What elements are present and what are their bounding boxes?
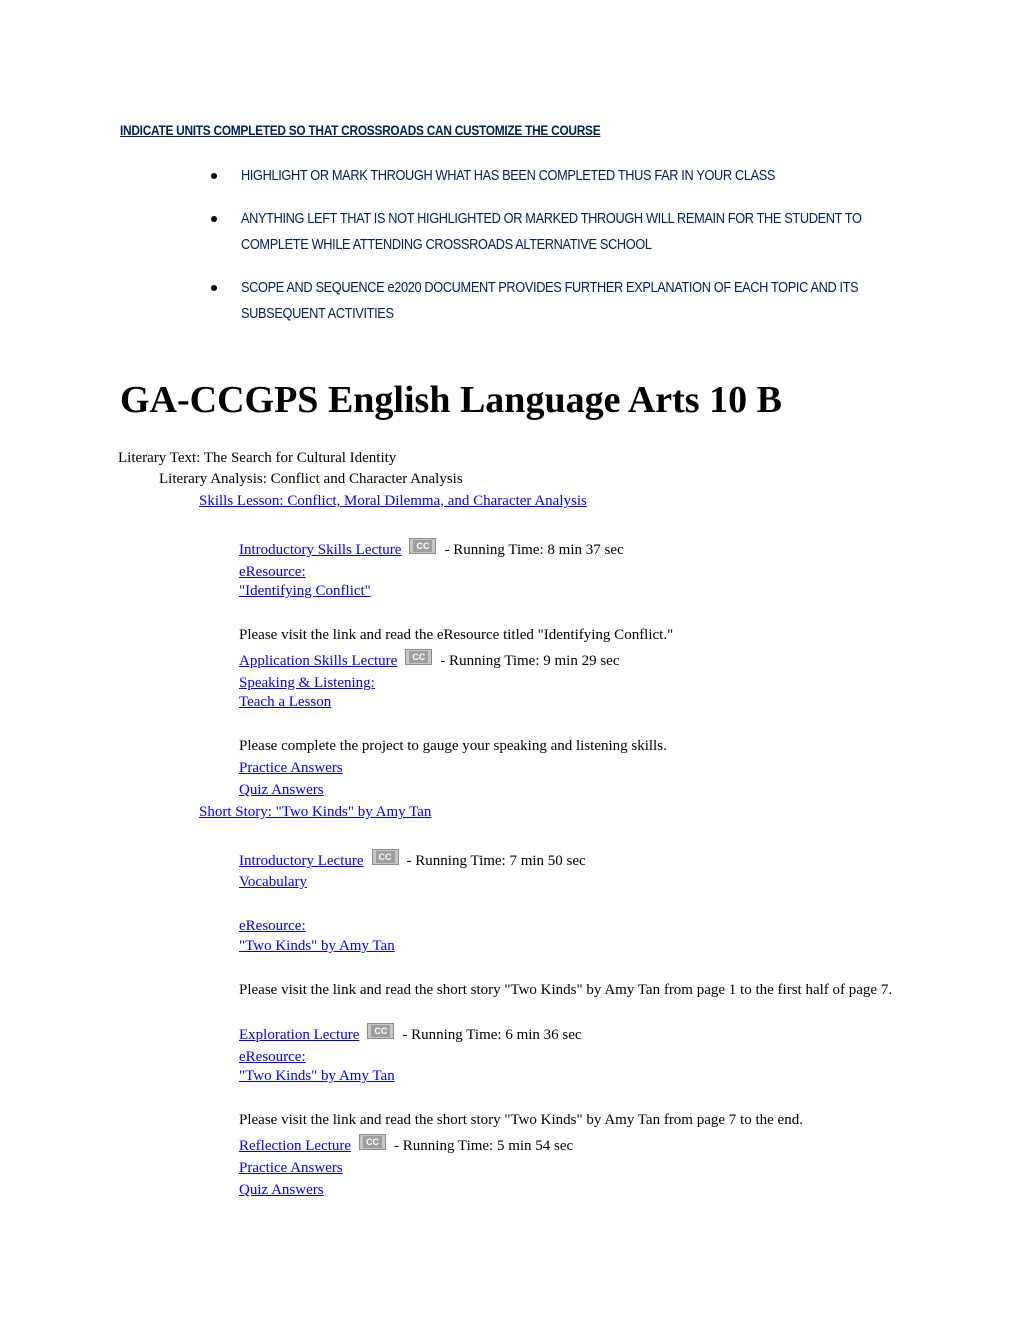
closed-caption-icon[interactable]: CC bbox=[371, 848, 399, 865]
activity-row: Reflection Lecture CC - Running Time: 5 mi… bbox=[239, 1133, 574, 1156]
eresource-label-link[interactable]: eResource: bbox=[239, 918, 306, 934]
lesson-link-two-kinds[interactable]: Short Story: "Two Kinds" by Amy Tan bbox=[199, 804, 431, 820]
closed-caption-icon[interactable]: CC bbox=[367, 1022, 395, 1039]
notice-bullet-text: HIGHLIGHT OR MARK THROUGH WHAT HAS BEEN … bbox=[241, 168, 776, 184]
quiz-answers-link[interactable]: Quiz Answers bbox=[239, 1182, 324, 1198]
bullet-icon bbox=[211, 216, 217, 222]
eresource-two-kinds-link[interactable]: "Two Kinds" by Amy Tan bbox=[239, 1068, 395, 1084]
intro-skills-lecture-link[interactable]: Introductory Skills Lecture bbox=[239, 542, 401, 558]
notice-bullet: ANYTHING LEFT THAT IS NOT HIGHLIGHTED OR… bbox=[200, 206, 920, 258]
reflection-lecture-link[interactable]: Reflection Lecture bbox=[239, 1138, 351, 1154]
application-skills-lecture-link[interactable]: Application Skills Lecture bbox=[239, 653, 397, 669]
eresource-label-link[interactable]: eResource: bbox=[239, 1049, 306, 1065]
instruction-text: Please visit the link and read the short… bbox=[239, 1112, 803, 1128]
introductory-lecture-link[interactable]: Introductory Lecture bbox=[239, 853, 364, 869]
eresource-identifying-conflict-link[interactable]: "Identifying Conflict" bbox=[239, 583, 371, 599]
eresource-label-link[interactable]: eResource: bbox=[239, 564, 306, 580]
notice-bullet: HIGHLIGHT OR MARK THROUGH WHAT HAS BEEN … bbox=[200, 163, 920, 189]
notice-bullet-text: SCOPE AND SEQUENCE e2020 DOCUMENT PROVID… bbox=[241, 280, 859, 322]
bullet-icon bbox=[211, 285, 217, 291]
closed-caption-icon[interactable]: CC bbox=[359, 1133, 387, 1150]
lesson-link-skills[interactable]: Skills Lesson: Conflict, Moral Dilemma, … bbox=[199, 493, 587, 509]
running-time: - Running Time: 5 min 54 sec bbox=[394, 1138, 574, 1154]
activity-row: Introductory Lecture CC - Running Time: 7 … bbox=[239, 848, 586, 871]
topic-title: Literary Analysis: Conflict and Characte… bbox=[159, 471, 463, 487]
unit-title: Literary Text: The Search for Cultural I… bbox=[118, 450, 397, 466]
practice-answers-link[interactable]: Practice Answers bbox=[239, 1160, 343, 1176]
closed-caption-icon[interactable]: CC bbox=[405, 648, 433, 665]
running-time: - Running Time: 6 min 36 sec bbox=[402, 1027, 582, 1043]
teach-a-lesson-link[interactable]: Teach a Lesson bbox=[239, 694, 331, 710]
instruction-text: Please visit the link and read the short… bbox=[239, 982, 893, 998]
running-time: - Running Time: 7 min 50 sec bbox=[406, 853, 586, 869]
instruction-text: Please visit the link and read the eReso… bbox=[239, 627, 674, 643]
notice-heading: INDICATE UNITS COMPLETED SO THAT CROSSRO… bbox=[120, 123, 601, 138]
running-time: - Running Time: 8 min 37 sec bbox=[444, 542, 624, 558]
activity-row: Introductory Skills Lecture CC - Running T… bbox=[239, 537, 624, 560]
running-time: - Running Time: 9 min 29 sec bbox=[440, 653, 620, 669]
activity-row: Exploration Lecture CC - Running Time: 6 m… bbox=[239, 1022, 582, 1045]
closed-caption-icon[interactable]: CC bbox=[409, 537, 437, 554]
notice-bullet: SCOPE AND SEQUENCE e2020 DOCUMENT PROVID… bbox=[200, 275, 920, 327]
speaking-listening-link[interactable]: Speaking & Listening: bbox=[239, 675, 375, 691]
bullet-icon bbox=[211, 173, 217, 179]
quiz-answers-link[interactable]: Quiz Answers bbox=[239, 782, 324, 798]
instruction-text: Please complete the project to gauge you… bbox=[239, 738, 667, 754]
vocabulary-link[interactable]: Vocabulary bbox=[239, 874, 307, 890]
notice-bullet-list: HIGHLIGHT OR MARK THROUGH WHAT HAS BEEN … bbox=[200, 163, 920, 344]
notice-bullet-text: ANYTHING LEFT THAT IS NOT HIGHLIGHTED OR… bbox=[241, 211, 862, 253]
exploration-lecture-link[interactable]: Exploration Lecture bbox=[239, 1027, 359, 1043]
eresource-two-kinds-link[interactable]: "Two Kinds" by Amy Tan bbox=[239, 938, 395, 954]
practice-answers-link[interactable]: Practice Answers bbox=[239, 760, 343, 776]
course-title: GA-CCGPS English Language Arts 10 B bbox=[120, 379, 782, 421]
activity-row: Application Skills Lecture CC - Running Ti… bbox=[239, 648, 620, 671]
